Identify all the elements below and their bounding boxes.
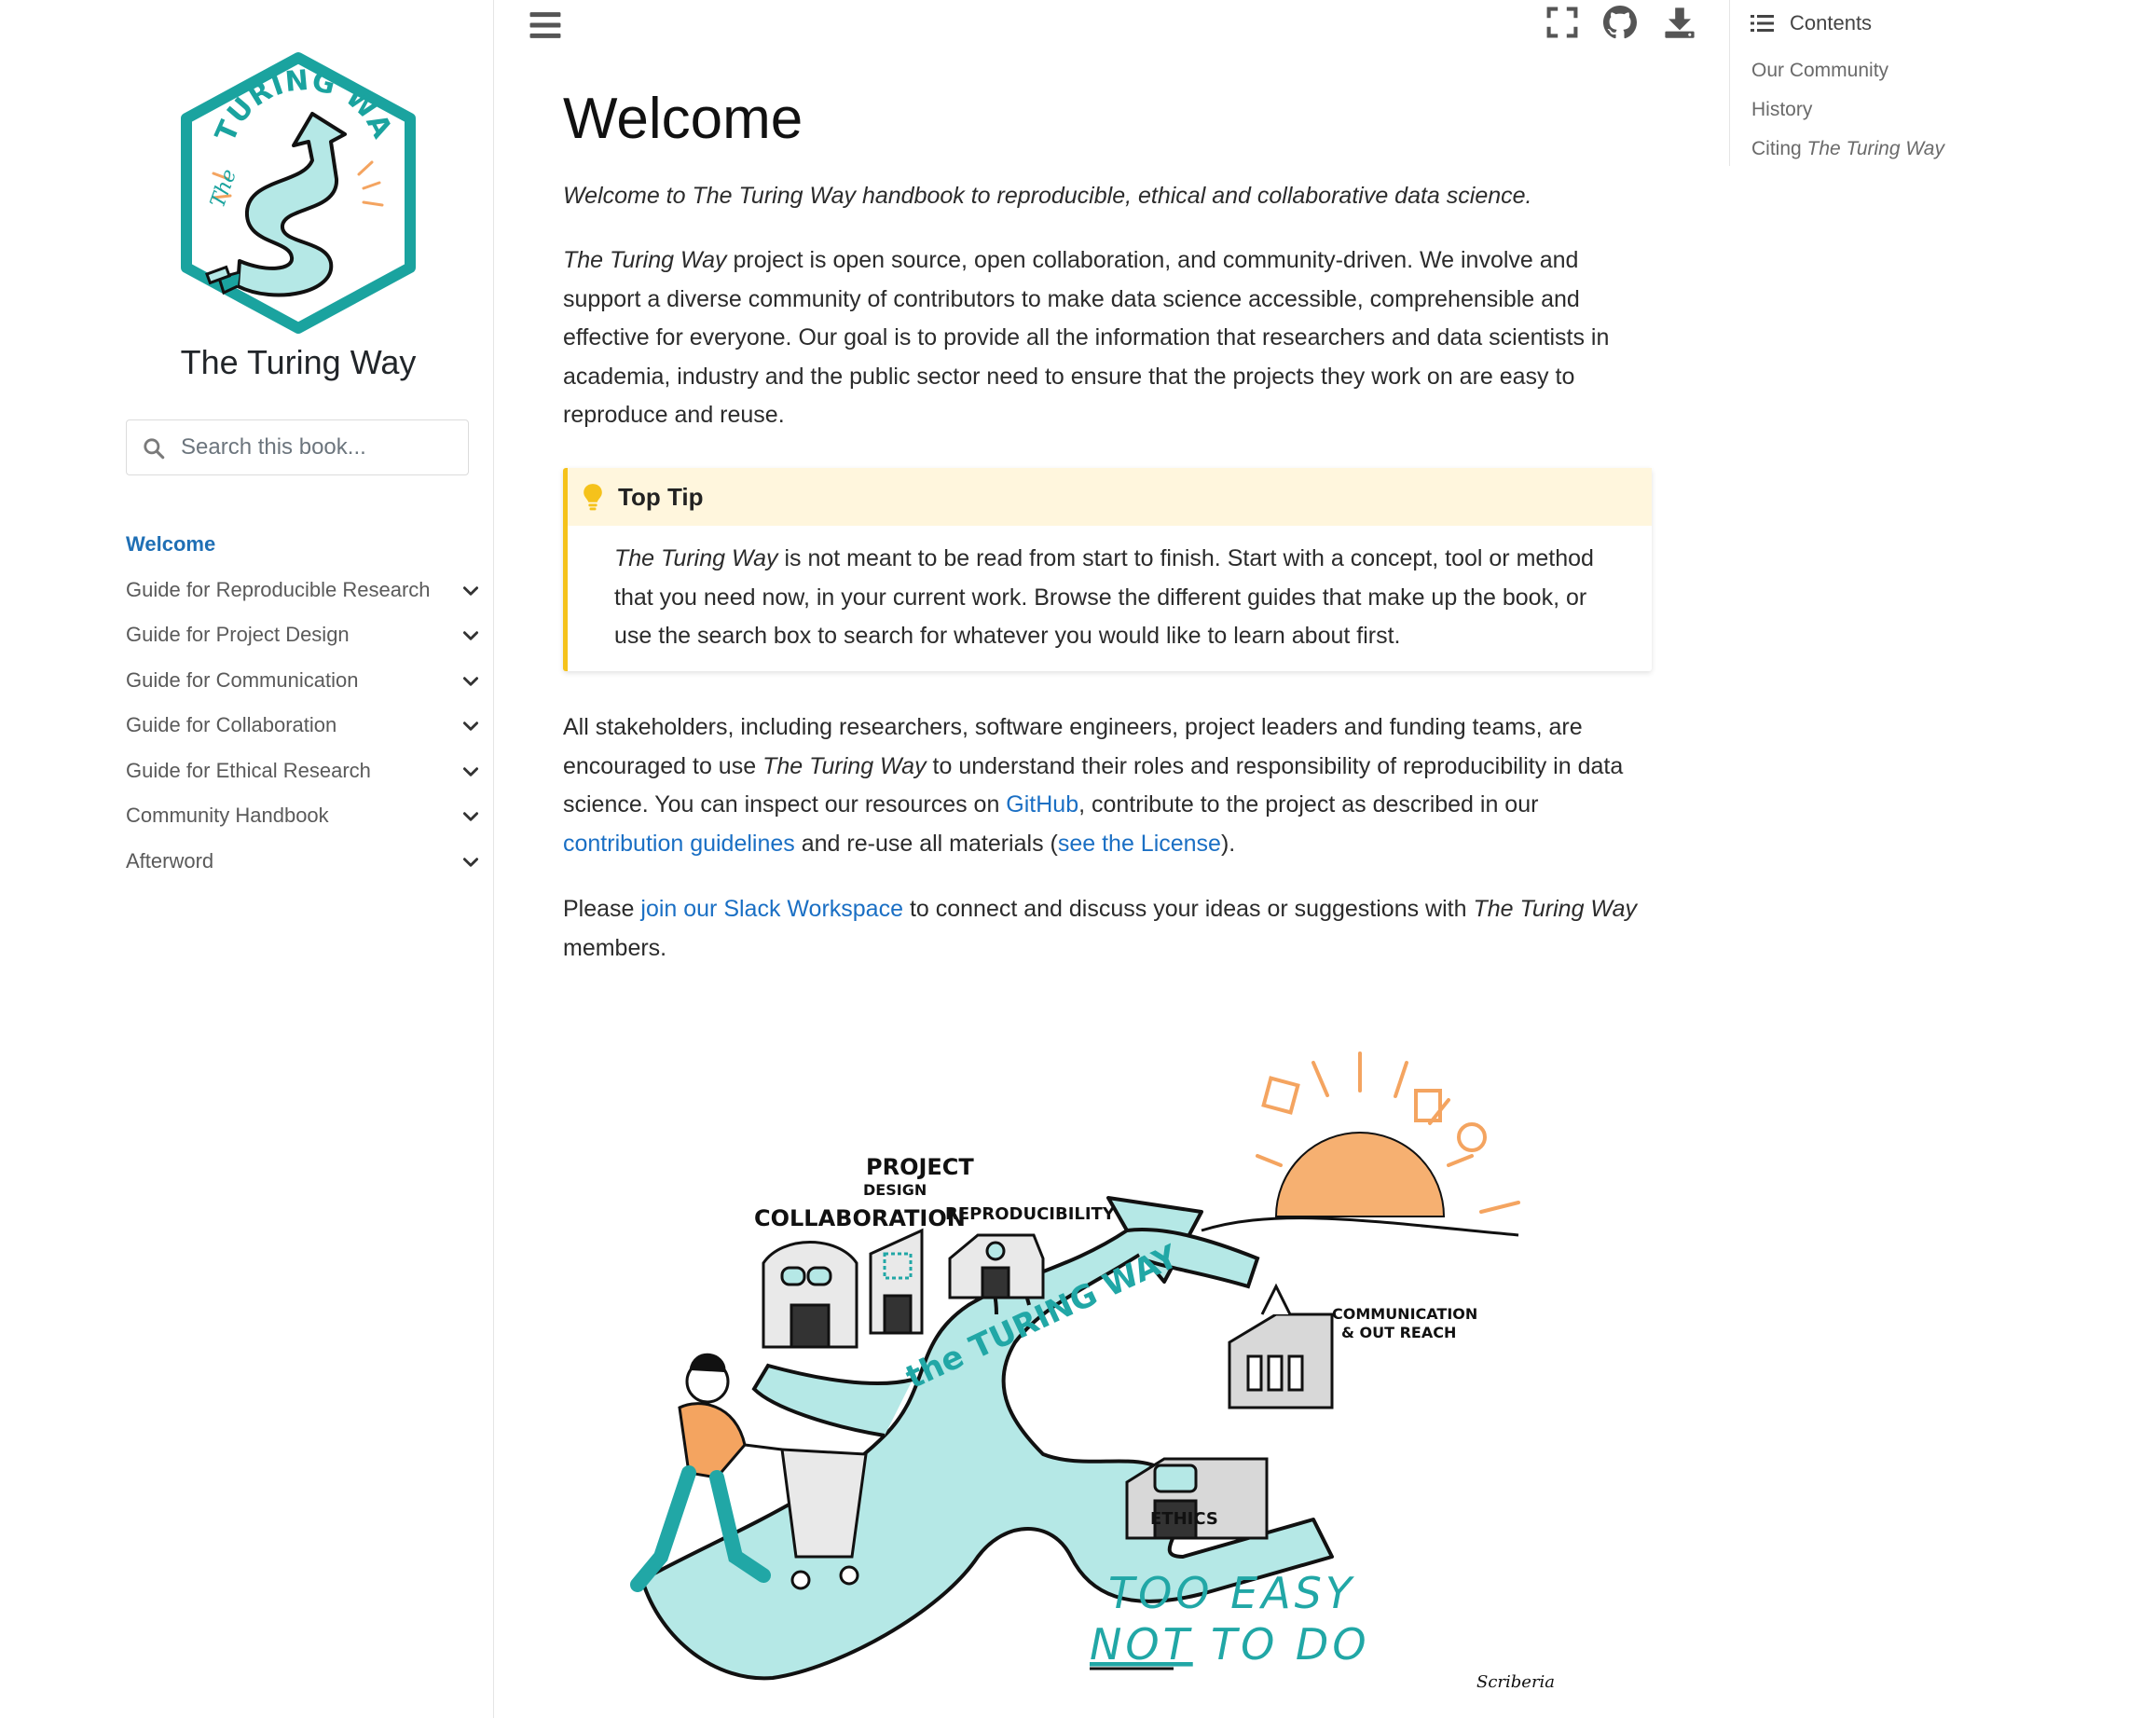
toc-item-label: Citing xyxy=(1751,138,1807,159)
toc-item-citing[interactable]: Citing The Turing Way xyxy=(1751,138,1944,160)
chevron-down-icon[interactable] xyxy=(460,852,481,873)
label-slogan-2: TO DO xyxy=(1211,1619,1370,1670)
page-title: Welcome xyxy=(563,87,803,151)
label-ethics: ETHICS xyxy=(1150,1509,1218,1529)
sidebar-nav: Welcome Guide for Reproducible Research … xyxy=(126,522,485,884)
github-link[interactable]: GitHub xyxy=(1006,791,1078,818)
sidebar: TURING WAY The The Turing Way Welcome Gu… xyxy=(0,0,494,1718)
lightbulb-icon xyxy=(584,484,602,511)
sidebar-item-label: Guide for Project Design xyxy=(126,623,350,647)
about-paragraph: The Turing Way project is open source, o… xyxy=(563,241,1654,435)
sidebar-item-label: Guide for Communication xyxy=(126,667,359,692)
sidebar-item-collaboration[interactable]: Guide for Collaboration xyxy=(126,703,485,749)
sidebar-item-label: Guide for Collaboration xyxy=(126,713,337,737)
label-signature: Scriberia xyxy=(1476,1672,1555,1692)
slack-workspace-link[interactable]: join our Slack Workspace xyxy=(640,896,903,922)
label-collaboration: COLLABORATION xyxy=(754,1205,966,1231)
sidebar-item-ethical-research[interactable]: Guide for Ethical Research xyxy=(126,749,485,794)
list-icon xyxy=(1751,15,1774,32)
collaboration-building xyxy=(762,1241,858,1349)
chevron-down-icon[interactable] xyxy=(460,806,481,827)
intro-paragraph: Welcome to The Turing Way handbook to re… xyxy=(563,183,1532,209)
chevron-down-icon[interactable] xyxy=(460,762,481,782)
sidebar-item-label: Guide for Ethical Research xyxy=(126,758,371,782)
github-icon[interactable] xyxy=(1603,6,1637,39)
label-design: DESIGN xyxy=(863,1181,927,1199)
turing-way-road-illustration: COLLABORATION PROJECT DESIGN REPRODUCIBI… xyxy=(630,1051,1555,1692)
toc-item-our-community[interactable]: Our Community xyxy=(1751,60,1888,82)
search-box[interactable] xyxy=(126,419,469,475)
admonition-body: The Turing Way is not meant to be read f… xyxy=(614,540,1630,656)
sidebar-item-label: Welcome xyxy=(126,532,216,557)
sidebar-item-afterword[interactable]: Afterword xyxy=(126,839,485,885)
sidebar-item-communication[interactable]: Guide for Communication xyxy=(126,658,485,704)
paragraph-text: ). xyxy=(1220,830,1236,857)
label-outreach: & OUT REACH xyxy=(1341,1324,1456,1341)
toc-item-label-em: The Turing Way xyxy=(1806,138,1944,159)
toc-header: Contents xyxy=(1751,11,1872,35)
label-slogan-not: NOT xyxy=(1090,1619,1193,1670)
stakeholders-paragraph: All stakeholders, including researchers,… xyxy=(563,708,1654,863)
menu-icon[interactable] xyxy=(528,7,563,43)
about-text: project is open source, open collaborati… xyxy=(563,247,1610,428)
label-communication: COMMUNICATION xyxy=(1332,1305,1477,1323)
communication-building xyxy=(1228,1283,1334,1409)
license-link[interactable]: see the License xyxy=(1058,831,1221,857)
admonition-title: Top Tip xyxy=(618,482,704,511)
label-project: PROJECT xyxy=(866,1154,974,1180)
site-title[interactable]: The Turing Way xyxy=(0,343,597,382)
book-name: The Turing Way xyxy=(1473,896,1637,922)
paragraph-text: and re-use all materials ( xyxy=(794,830,1058,857)
sidebar-item-welcome[interactable]: Welcome xyxy=(126,522,485,568)
paragraph-text: Please xyxy=(563,896,641,922)
project-design-building xyxy=(869,1228,924,1335)
reproducibility-building xyxy=(948,1233,1045,1299)
label-reproducibility: REPRODUCIBILITY xyxy=(945,1204,1116,1224)
chevron-down-icon[interactable] xyxy=(460,625,481,646)
sidebar-item-label: Guide for Reproducible Research xyxy=(126,577,431,601)
label-slogan-1: TOO EASY xyxy=(1108,1568,1355,1618)
toc-title: Contents xyxy=(1790,11,1873,34)
table-of-contents: Contents Our Community History Citing Th… xyxy=(1729,0,2083,166)
book-name: The Turing Way xyxy=(614,545,778,571)
search-input[interactable] xyxy=(179,420,459,474)
paragraph-text: , contribute to the project as described… xyxy=(1078,791,1539,818)
sidebar-item-label: Afterword xyxy=(126,848,214,873)
sidebar-item-community-handbook[interactable]: Community Handbook xyxy=(126,793,485,839)
admonition-header: Top Tip xyxy=(568,468,1652,526)
turing-way-logo[interactable]: TURING WAY The xyxy=(172,48,424,337)
book-name: The Turing Way xyxy=(563,247,727,273)
chevron-down-icon[interactable] xyxy=(460,716,481,736)
paragraph-text: members. xyxy=(563,934,667,961)
book-name: The Turing Way xyxy=(762,752,927,779)
chevron-down-icon[interactable] xyxy=(460,671,481,692)
fullscreen-icon[interactable] xyxy=(1545,6,1579,39)
chevron-down-icon[interactable] xyxy=(460,581,481,601)
search-icon xyxy=(144,438,165,460)
sidebar-item-label: Community Handbook xyxy=(126,804,329,828)
top-tip-admonition: Top Tip The Turing Way is not meant to b… xyxy=(563,468,1652,671)
slack-paragraph: Please join our Slack Workspace to conne… xyxy=(563,890,1654,968)
contribution-guidelines-link[interactable]: contribution guidelines xyxy=(563,831,795,857)
sidebar-item-project-design[interactable]: Guide for Project Design xyxy=(126,612,485,658)
paragraph-text: to connect and discuss your ideas or sug… xyxy=(903,896,1474,922)
sidebar-item-reproducible-research[interactable]: Guide for Reproducible Research xyxy=(126,568,485,613)
download-icon[interactable] xyxy=(1663,6,1696,39)
toc-item-history[interactable]: History xyxy=(1751,99,1812,121)
